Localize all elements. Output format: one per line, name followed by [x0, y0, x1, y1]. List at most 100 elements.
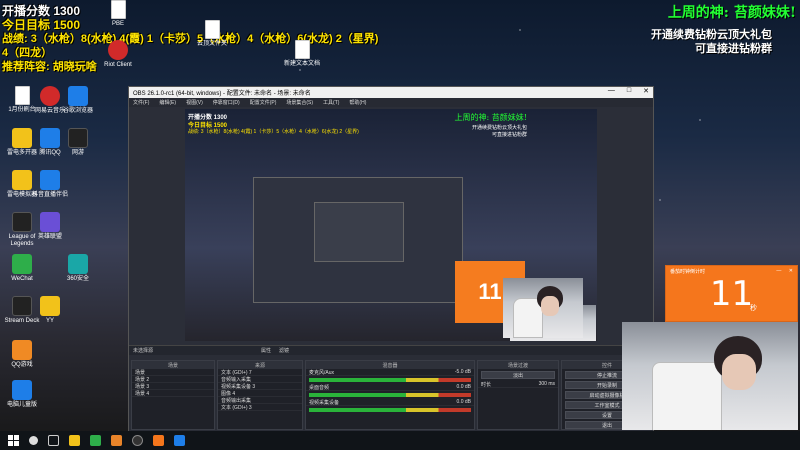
- obs-titlebar[interactable]: OBS 26.1.0-rc1 (64-bit, windows) - 配置文件:…: [129, 87, 653, 98]
- desktop-icon[interactable]: WeChat: [0, 254, 44, 283]
- source-item[interactable]: 文本 (GDI+) 3: [218, 404, 302, 411]
- lineup-text: 推荐阵容: 胡晓玩啥: [2, 61, 97, 73]
- preview-overlay-record: 战绩: 3（水枪）8(水枪) 4(霞) 1（卡莎）5（水枪）4（水枪）6(水龙)…: [188, 129, 359, 135]
- countdown-timer-widget[interactable]: 番茄时钟倒计时 — ✕ 11 秒: [665, 265, 798, 322]
- app-icon: [294, 40, 310, 59]
- no-source-selected: 未选择源: [133, 348, 154, 354]
- desktop-icon-label: YY: [45, 318, 54, 324]
- minimize-button[interactable]: —: [608, 87, 615, 95]
- desktop-icon[interactable]: PBE: [96, 0, 140, 28]
- desktop-icon-label: 英雄联盟: [37, 234, 62, 240]
- duration-label: 时长: [481, 381, 492, 388]
- preview-promo-1: 开通续费钻粉云顶大礼包: [471, 125, 527, 131]
- app-icon: [68, 86, 88, 106]
- app-icon: [110, 0, 126, 19]
- webcam-small: [503, 278, 583, 338]
- menu-help[interactable]: 帮助(H): [349, 99, 366, 106]
- app-icon: [108, 40, 128, 60]
- search-icon[interactable]: [29, 436, 38, 445]
- desktop-icon-label: 360安全: [66, 276, 89, 282]
- weekly-top-banner: 上周的神: 苔颜妹妹!: [667, 5, 796, 21]
- obs-title: OBS 26.1.0-rc1 (64-bit, windows) - 配置文件:…: [133, 91, 311, 97]
- obs-menubar: 文件(F) 编辑(E) 视图(V) 停靠窗口(D) 配置文件(P) 场景集合(S…: [129, 98, 653, 107]
- menu-profile[interactable]: 配置文件(P): [250, 99, 277, 106]
- mixer-channel-level: 0.0 dB: [456, 399, 471, 405]
- desktop-icon[interactable]: 英雄联盟: [28, 212, 72, 241]
- timer-unit: 秒: [750, 305, 757, 312]
- properties-tab[interactable]: 属性: [261, 347, 271, 354]
- desktop-icon-label: 电脑儿童版: [6, 402, 37, 408]
- close-button[interactable]: ✕: [643, 87, 649, 95]
- volume-meter: [309, 378, 471, 382]
- desktop-icon[interactable]: 谷歌浏览器: [56, 86, 100, 115]
- volume-meter: [309, 393, 471, 397]
- timer-minimize-button[interactable]: —: [776, 268, 781, 274]
- desktop-icon-label: WeChat: [11, 276, 33, 282]
- mixer-channel-level: -5.0 dB: [454, 369, 471, 375]
- desktop-icon[interactable]: 360安全: [56, 254, 100, 283]
- scene-item[interactable]: 场景 4: [132, 390, 214, 397]
- volume-meter: [309, 408, 471, 412]
- promo-line-2: 可直接进钻粉群: [695, 43, 772, 55]
- desktop-icon[interactable]: QQ游戏: [0, 340, 44, 369]
- menu-tools[interactable]: 工具(T): [323, 99, 339, 106]
- app-icon: [40, 212, 60, 232]
- transition-select[interactable]: 淡出: [481, 371, 555, 379]
- mixer-channel-label: 视频采集设备: [309, 399, 340, 406]
- duration-input[interactable]: 300 ms: [539, 381, 555, 387]
- desktop-icon-label: 网游: [71, 150, 84, 156]
- filters-tab[interactable]: 滤镜: [279, 347, 289, 354]
- maximize-button[interactable]: □: [627, 87, 631, 95]
- menu-scene-collection[interactable]: 场景集合(S): [286, 99, 313, 106]
- windows-taskbar: [0, 431, 800, 450]
- webcam-large: [622, 322, 798, 430]
- app-taskbar-icon[interactable]: [111, 435, 122, 446]
- desktop-icon[interactable]: 新建文本文档: [280, 40, 324, 68]
- obs-window[interactable]: OBS 26.1.0-rc1 (64-bit, windows) - 配置文件:…: [128, 86, 654, 431]
- desktop-icon[interactable]: 网游: [56, 128, 100, 157]
- app-icon: [204, 20, 220, 39]
- nested-preview-inner: [314, 202, 404, 262]
- mixer-channel-label: 麦克风/Aux: [309, 369, 335, 376]
- desktop-icon-label: Riot Client: [104, 62, 132, 68]
- app-icon: [68, 128, 88, 148]
- desktop-icon[interactable]: 云顶文件夹: [190, 20, 234, 48]
- nested-preview: [253, 177, 463, 303]
- wechat-taskbar-icon[interactable]: [90, 435, 101, 446]
- transitions-panel: 场景过渡 淡出 时长 300 ms: [477, 360, 559, 430]
- preview-banner: 上周的神: 苔颜妹妹!: [454, 113, 527, 122]
- menu-edit[interactable]: 编辑(E): [159, 99, 176, 106]
- desktop-icon-label: 云顶文件夹: [196, 41, 227, 47]
- preview-promo-2: 可直接进钻粉群: [491, 132, 527, 138]
- desktop-icon[interactable]: YY: [28, 296, 72, 325]
- desktop-icon[interactable]: 抖音直播伴侣: [28, 170, 72, 199]
- menu-docks[interactable]: 停靠窗口(D): [213, 99, 240, 106]
- desktop-icon[interactable]: 电脑儿童版: [0, 380, 44, 409]
- sources-panel: 来源 文本 (GDI+) 7 音频输入采集 视频采集设备 3 图像 4 音频输出…: [217, 360, 303, 430]
- mixer-channel-label: 桌面音频: [309, 384, 330, 391]
- timer-taskbar-icon[interactable]: [153, 435, 164, 446]
- desktop-icon[interactable]: Riot Client: [96, 40, 140, 69]
- browser-taskbar-icon[interactable]: [174, 435, 185, 446]
- app-icon: [12, 380, 32, 400]
- app-icon: [12, 340, 32, 360]
- menu-view[interactable]: 视图(V): [186, 99, 203, 106]
- scenes-panel: 场景 场景 场景 2 场景 3 场景 4: [131, 360, 215, 430]
- obs-taskbar-icon[interactable]: [132, 435, 143, 446]
- timer-close-button[interactable]: ✕: [789, 268, 793, 274]
- start-button-icon[interactable]: [8, 435, 19, 446]
- app-icon: [40, 296, 60, 316]
- timer-value: 11: [709, 274, 754, 314]
- transitions-header: 场景过渡: [478, 361, 558, 369]
- desktop-icon-label: 抖音直播伴侣: [31, 192, 68, 198]
- menu-file[interactable]: 文件(F): [133, 99, 149, 106]
- desktop-icon-label: 新建文本文档: [283, 61, 320, 67]
- mixer-channel-level: 0.0 dB: [456, 384, 471, 390]
- obs-dock: 未选择源 属性 滤镜 场景 场景 场景 2 场景 3 场景 4 来源 文本 (G…: [129, 345, 653, 431]
- app-icon: [68, 254, 88, 274]
- task-view-icon[interactable]: [48, 435, 59, 446]
- file-explorer-icon[interactable]: [69, 435, 80, 446]
- desktop-icon-label: PBE: [111, 21, 124, 27]
- timer-title: 番茄时钟倒计时: [670, 269, 706, 275]
- app-icon: [12, 254, 32, 274]
